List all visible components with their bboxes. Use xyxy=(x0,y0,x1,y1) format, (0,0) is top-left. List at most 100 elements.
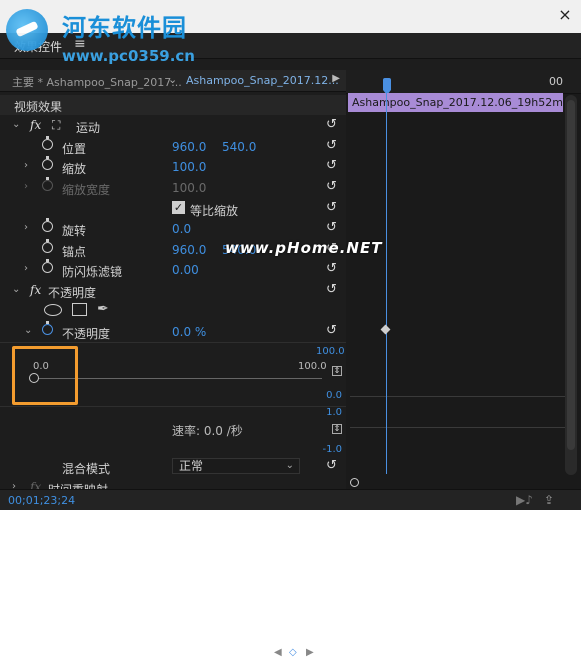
fx-icon[interactable]: fx xyxy=(30,118,41,132)
watermark-overlay: www.pHome.NET xyxy=(225,239,383,257)
reset-icon[interactable]: ↺ xyxy=(326,220,337,235)
ellipse-mask-icon[interactable] xyxy=(44,304,62,316)
stopwatch-icon[interactable] xyxy=(42,156,53,170)
uniform-scale-checkbox[interactable]: ✓ xyxy=(172,201,185,214)
divider xyxy=(0,342,346,343)
tab-source-clip[interactable]: 主要 * Ashampoo_Snap_2017... xyxy=(12,74,182,90)
scale-width-value: 100.0 xyxy=(172,181,207,195)
reset-icon[interactable]: ↺ xyxy=(326,138,337,153)
position-x-value[interactable]: 960.0 xyxy=(172,140,206,154)
chevron-right-icon[interactable]: › xyxy=(24,222,28,233)
effect-time-remap[interactable]: › fx 时间重映射 xyxy=(0,478,346,489)
motion-label: 运动 xyxy=(76,121,101,135)
stopwatch-active-icon[interactable] xyxy=(42,321,53,335)
velocity-min-label: -1.0 xyxy=(322,444,342,455)
watermark-title: 河东软件园 xyxy=(62,13,187,42)
next-keyframe-icon[interactable]: ▶ xyxy=(306,647,314,658)
reset-icon[interactable]: ↺ xyxy=(326,179,337,194)
param-scale-width: › 缩放宽度 100.0 ↺ xyxy=(0,177,346,198)
effect-controls-window: × 效果控件 ≡ 河东软件园 www.pc0359.cn 主要 * Ashamp… xyxy=(0,0,581,658)
reset-icon[interactable]: ↺ xyxy=(326,158,337,173)
highlight-box xyxy=(12,346,78,405)
param-uniform-scale: ✓ 等比缩放 ↺ xyxy=(0,199,346,219)
timeline-zoom-handle[interactable] xyxy=(350,478,359,487)
graph-max-label: 100.0 xyxy=(316,346,345,357)
stopwatch-icon[interactable] xyxy=(42,218,53,232)
param-position: 位置 960.0 540.0 ↺ xyxy=(0,136,346,157)
position-y-value[interactable]: 540.0 xyxy=(222,140,256,154)
param-label: 旋转 xyxy=(62,224,87,238)
prev-keyframe-icon[interactable]: ◀ xyxy=(274,647,282,658)
reset-icon[interactable]: ↺ xyxy=(326,117,337,132)
play-icon[interactable]: ▶ xyxy=(332,73,340,84)
opacity-slider-track[interactable] xyxy=(36,378,322,379)
playhead-marker-icon[interactable] xyxy=(383,78,391,95)
velocity-max-label: 1.0 xyxy=(326,407,342,418)
rectangle-mask-icon[interactable] xyxy=(72,303,87,316)
graph-scale-icon[interactable]: ⇕ xyxy=(332,366,342,376)
velocity-scale-icon[interactable]: ⇕ xyxy=(332,424,342,434)
velocity-label: 速率: 0.0 /秒 xyxy=(172,424,243,438)
chevron-down-icon[interactable]: ⌄ xyxy=(168,73,177,86)
param-opacity: ⌄ 不透明度 0.0 % ◀ ◇ ▶ ↺ xyxy=(0,321,346,658)
transform-icon[interactable]: ⛶ xyxy=(52,118,60,133)
sequence-tabs: 主要 * Ashampoo_Snap_2017... ⌄ Ashampoo_Sn… xyxy=(0,70,346,92)
param-label: 锚点 xyxy=(62,245,87,259)
graph-baseline xyxy=(350,396,566,397)
param-scale: › 缩放 100.0 ↺ xyxy=(0,156,346,177)
reset-icon[interactable]: ↺ xyxy=(326,282,337,297)
scale-value[interactable]: 100.0 xyxy=(172,160,206,174)
fx-icon[interactable]: fx xyxy=(30,283,41,297)
chevron-down-icon[interactable]: ⌄ xyxy=(12,119,20,130)
divider xyxy=(0,406,346,407)
add-keyframe-icon[interactable]: ◇ xyxy=(289,647,297,658)
pen-mask-icon[interactable]: ✒ xyxy=(97,301,109,317)
antiflicker-value[interactable]: 0.00 xyxy=(172,263,199,277)
keyframe-area[interactable] xyxy=(346,94,581,489)
param-label: 防闪烁滤镜 xyxy=(62,265,123,279)
effect-motion[interactable]: ⌄ fx ⛶ 运动 ↺ xyxy=(0,116,346,136)
filter-icon[interactable]: ▶♪ xyxy=(516,493,533,507)
velocity-baseline xyxy=(350,427,566,428)
opacity-section-label: 不透明度 xyxy=(48,286,97,300)
export-icon[interactable]: ⇪ xyxy=(544,493,554,507)
section-label: 视频效果 xyxy=(14,100,63,114)
stopwatch-icon[interactable] xyxy=(42,259,53,273)
timeline-ruler[interactable]: 00 xyxy=(346,70,581,95)
blend-mode-select[interactable]: 正常 ⌄ xyxy=(172,458,300,474)
reset-icon[interactable]: ↺ xyxy=(326,200,337,215)
watermark-url: www.pc0359.cn xyxy=(62,47,195,65)
param-antiflicker: › 防闪烁滤镜 0.00 ↺ xyxy=(0,259,346,280)
chevron-right-icon[interactable]: › xyxy=(24,263,28,274)
current-timecode[interactable]: 00;01;23;24 xyxy=(8,494,75,507)
param-rotation: › 旋转 0.0 ↺ xyxy=(0,218,346,239)
ruler-label: 00 xyxy=(549,75,563,88)
param-label: 混合模式 xyxy=(62,462,111,476)
stopwatch-icon[interactable] xyxy=(42,136,53,150)
watermark-logo-icon xyxy=(6,9,48,51)
anchor-x-value[interactable]: 960.0 xyxy=(172,243,206,257)
chevron-down-icon[interactable]: ⌄ xyxy=(24,325,32,336)
stopwatch-icon[interactable] xyxy=(42,239,53,253)
playhead-line[interactable] xyxy=(386,84,387,474)
chevron-down-icon[interactable]: ⌄ xyxy=(12,284,20,295)
opacity-value[interactable]: 0.0 % xyxy=(172,325,206,339)
param-label: 缩放宽度 xyxy=(62,183,111,197)
timeline-clip[interactable]: Ashampoo_Snap_2017.12.06_19h52m52s_00 xyxy=(348,93,563,112)
reset-icon[interactable]: ↺ xyxy=(326,458,337,473)
scrollbar-thumb[interactable] xyxy=(567,100,575,450)
close-button[interactable]: × xyxy=(557,7,573,23)
param-label: 缩放 xyxy=(62,162,87,176)
tab-active-sequence[interactable]: Ashampoo_Snap_2017.12... xyxy=(186,74,339,87)
chevron-right-icon[interactable]: › xyxy=(12,481,16,489)
reset-icon[interactable]: ↺ xyxy=(326,261,337,276)
reset-icon[interactable]: ↺ xyxy=(326,323,337,338)
rotation-value[interactable]: 0.0 xyxy=(172,222,191,236)
fx-icon[interactable]: fx xyxy=(30,480,41,489)
blend-mode-value: 正常 xyxy=(179,459,204,473)
opacity-slider-max: 100.0 xyxy=(298,361,327,372)
chevron-right-icon[interactable]: › xyxy=(24,160,28,171)
time-remap-label: 时间重映射 xyxy=(48,481,108,489)
section-video-effects: 视频效果 xyxy=(0,95,346,115)
effect-opacity[interactable]: ⌄ fx 不透明度 ↺ xyxy=(0,281,346,301)
